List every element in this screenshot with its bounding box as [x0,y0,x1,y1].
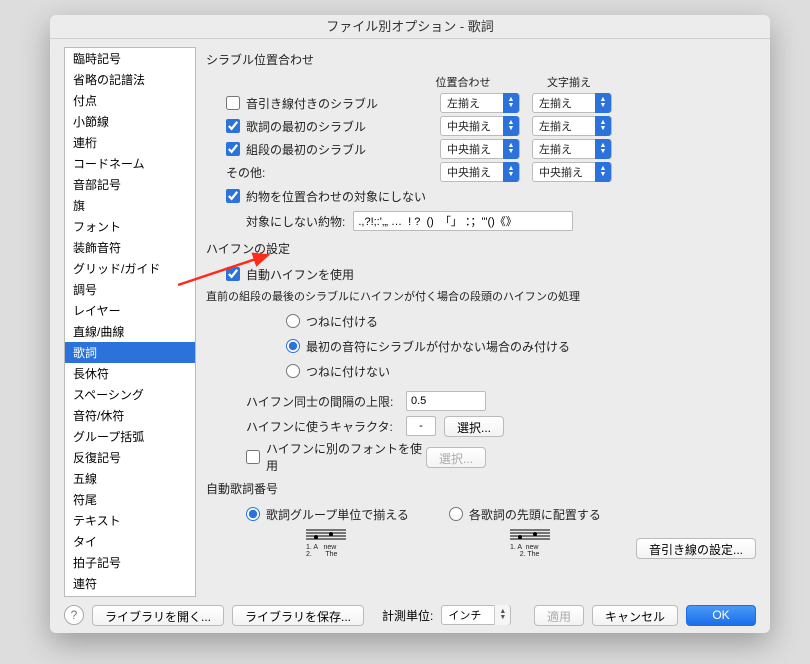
sidebar-item[interactable]: グリッド/ガイド [65,258,195,279]
hyphen-opt-always[interactable] [286,314,300,328]
other-justify-select[interactable]: 中央揃え▲▼ [532,162,612,182]
sidebar-item[interactable]: 反復記号 [65,447,195,468]
align-select[interactable]: 中央揃え▲▼ [440,116,520,136]
auto-hyphen-label: 自動ハイフンを使用 [246,266,354,283]
cancel-button[interactable]: キャンセル [592,605,678,626]
sidebar-item[interactable]: 旗 [65,195,195,216]
hyphen-font-checkbox[interactable] [246,450,260,464]
sidebar-item[interactable]: 符尾 [65,489,195,510]
apply-button: 適用 [534,605,584,626]
sidebar-item[interactable]: 付点 [65,90,195,111]
hyphen-font-choose-button: 選択... [426,447,486,468]
sidebar-item[interactable]: 調号 [65,279,195,300]
unit-select[interactable]: インチ▲▼ [441,605,511,625]
align-select[interactable]: 中央揃え▲▼ [440,139,520,159]
align-row-label: 組段の最初のシラブル [246,141,366,158]
section-syllable-alignment: シラブル位置合わせ [206,51,756,68]
help-button[interactable]: ? [64,605,84,625]
sidebar-item[interactable]: コードネーム [65,153,195,174]
hyphen-char-choose-button[interactable]: 選択... [444,416,504,437]
sidebar-item[interactable]: 五線 [65,468,195,489]
save-library-button[interactable]: ライブラリを保存... [232,605,364,626]
hyphen-desc: 直前の組段の最後のシラブルにハイフンが付く場合の段頭のハイフンの処理 [206,288,756,304]
align-row-checkbox[interactable] [226,142,240,156]
sidebar-item[interactable]: レイヤー [65,300,195,321]
sidebar-item[interactable]: グループ括弧 [65,426,195,447]
hyphen-opt-only[interactable] [286,339,300,353]
numbering-preview-1: 1. A new 2. The [306,528,360,558]
category-sidebar[interactable]: 臨時記号省略の記譜法付点小節線連桁コードネーム音部記号旗フォント装飾音符グリッド… [64,47,196,597]
align-select[interactable]: 左揃え▲▼ [440,93,520,113]
other-align-select[interactable]: 中央揃え▲▼ [440,162,520,182]
ok-button[interactable]: OK [686,605,756,626]
exclude-chars-label: 対象にしない約物: [246,213,345,230]
hyphen-char-input[interactable] [406,416,436,436]
other-label: その他: [226,164,265,181]
justify-select[interactable]: 左揃え▲▼ [532,93,612,113]
sidebar-item[interactable]: 直線/曲線 [65,321,195,342]
extension-settings-button[interactable]: 音引き線の設定... [636,538,756,559]
sidebar-item[interactable]: 連符 [65,573,195,594]
col-justify: 文字揃え [526,74,612,90]
window-title: ファイル別オプション - 歌詞 [50,15,770,39]
justify-select[interactable]: 左揃え▲▼ [532,139,612,159]
auto-hyphen-checkbox[interactable] [226,267,240,281]
hyphen-char-label: ハイフンに使うキャラクタ: [246,418,406,435]
justify-select[interactable]: 左揃え▲▼ [532,116,612,136]
section-hyphen: ハイフンの設定 [206,240,756,257]
exclude-punct-checkbox[interactable] [226,189,240,203]
exclude-chars-input[interactable] [353,211,573,231]
sidebar-item[interactable]: テキスト [65,510,195,531]
sidebar-item[interactable]: 音符/休符 [65,405,195,426]
sidebar-item[interactable]: 連桁 [65,132,195,153]
sidebar-item[interactable]: 小節線 [65,111,195,132]
hyphen-opt-never[interactable] [286,364,300,378]
sidebar-item[interactable]: 歌詞 [65,342,195,363]
align-row-checkbox[interactable] [226,96,240,110]
sidebar-item[interactable]: 音部記号 [65,174,195,195]
align-row-checkbox[interactable] [226,119,240,133]
numbering-each-radio[interactable] [449,507,463,521]
section-numbering: 自動歌詞番号 [206,480,756,497]
open-library-button[interactable]: ライブラリを開く... [92,605,224,626]
hyphen-spacing-label: ハイフン同士の間隔の上限: [246,393,406,410]
sidebar-item[interactable]: スペーシング [65,384,195,405]
align-row-label: 歌詞の最初のシラブル [246,118,366,135]
hyphen-font-label: ハイフンに別のフォントを使用 [266,440,426,474]
col-alignment: 位置合わせ [420,74,506,90]
sidebar-item[interactable]: タイ [65,531,195,552]
align-row-label: 音引き線付きのシラブル [246,95,378,112]
numbering-group-radio[interactable] [246,507,260,521]
sidebar-item[interactable]: 省略の記譜法 [65,69,195,90]
unit-label: 計測単位: [382,607,433,624]
sidebar-item[interactable]: 装飾音符 [65,237,195,258]
exclude-punct-label: 約物を位置合わせの対象にしない [246,188,426,205]
sidebar-item[interactable]: 拍子記号 [65,552,195,573]
sidebar-item[interactable]: 長休符 [65,363,195,384]
sidebar-item[interactable]: 臨時記号 [65,48,195,69]
numbering-preview-2: 1. A new 2. The [510,528,564,558]
hyphen-spacing-input[interactable] [406,391,486,411]
sidebar-item[interactable]: フォント [65,216,195,237]
